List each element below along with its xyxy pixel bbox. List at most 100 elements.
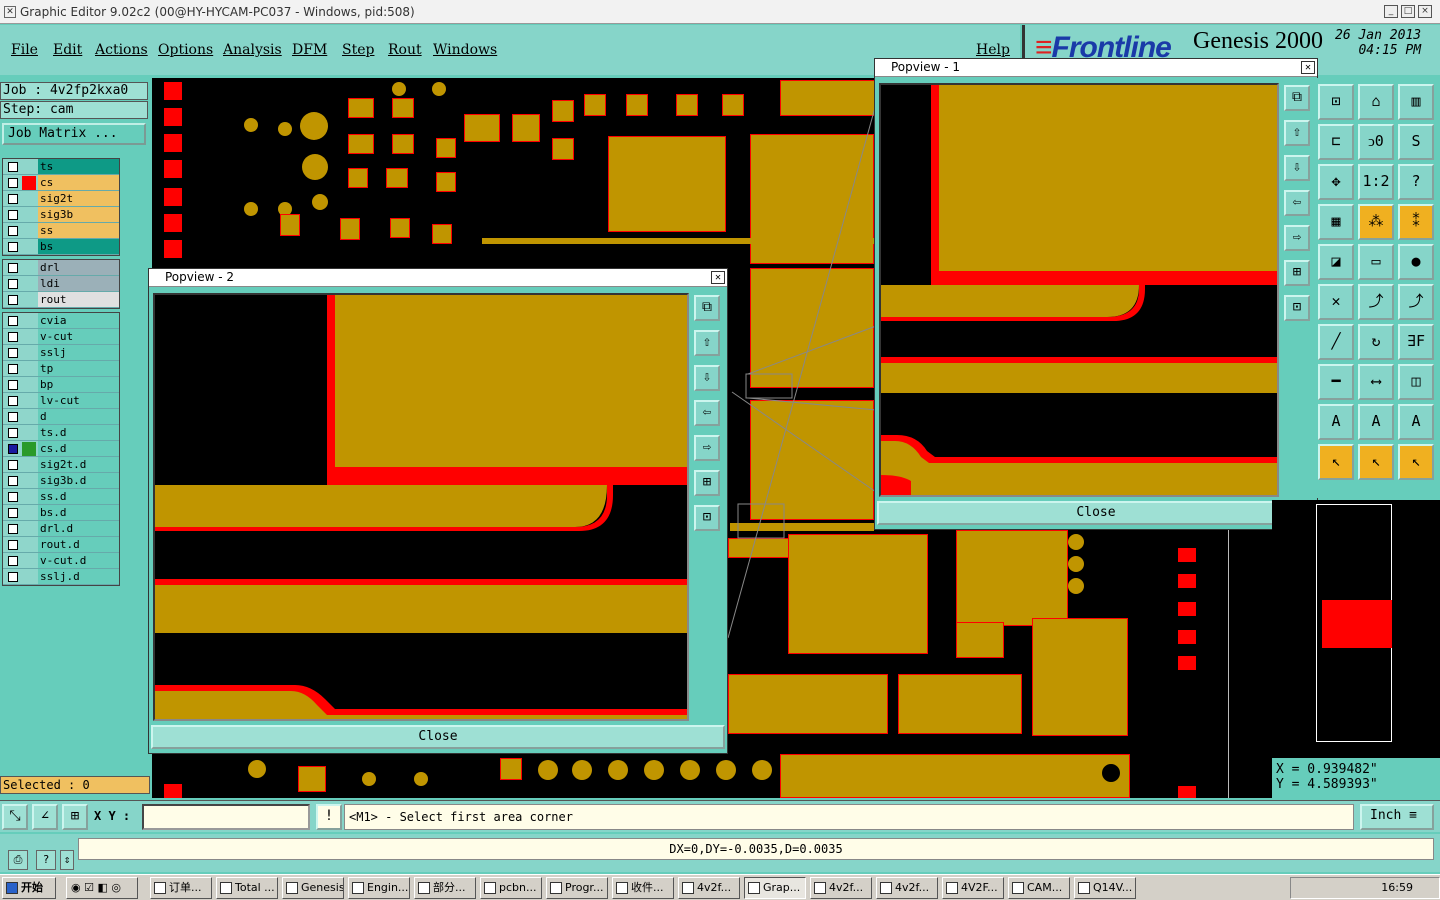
layer-checkbox[interactable] bbox=[8, 523, 18, 534]
taskbar-item[interactable]: 4V2F... bbox=[942, 877, 1004, 899]
layer-row-sig3b[interactable]: sig3b bbox=[3, 207, 119, 223]
menu-windows[interactable]: Windows bbox=[433, 42, 497, 58]
layer-color-swatch[interactable] bbox=[22, 240, 36, 254]
snap-icon[interactable]: S bbox=[1398, 124, 1434, 160]
taskbar-item[interactable]: Grap... bbox=[744, 877, 806, 899]
popview-zoom-in-icon[interactable]: ⊞ bbox=[1284, 260, 1310, 286]
layer-checkbox[interactable] bbox=[8, 225, 18, 236]
menu-actions[interactable]: Actions bbox=[95, 42, 148, 58]
layer-row-sig2t-d[interactable]: sig2t.d bbox=[3, 457, 119, 473]
start-button[interactable]: 开始 bbox=[2, 877, 56, 899]
popview-zoom-home-icon[interactable]: ⧉ bbox=[1284, 85, 1310, 111]
taskbar-item[interactable]: 4v2f... bbox=[810, 877, 872, 899]
layer-color-swatch[interactable] bbox=[22, 474, 36, 488]
layer-row-bs-d[interactable]: bs.d bbox=[3, 505, 119, 521]
taskbar-item[interactable]: Q14V... bbox=[1074, 877, 1136, 899]
attribute-a-icon[interactable]: A bbox=[1318, 404, 1354, 440]
layer-color-swatch[interactable] bbox=[22, 506, 36, 520]
layer-row-sig2t[interactable]: sig2t bbox=[3, 191, 119, 207]
grid-snap-icon[interactable]: ⊞ bbox=[62, 804, 88, 830]
menu-help[interactable]: Help bbox=[976, 42, 1010, 58]
layer-row-cs-d[interactable]: cs.d bbox=[3, 441, 119, 457]
layer-color-swatch[interactable] bbox=[22, 175, 36, 190]
layer-color-swatch[interactable] bbox=[22, 362, 36, 376]
layer-checkbox[interactable] bbox=[8, 427, 18, 438]
minimize-button[interactable]: _ bbox=[1384, 5, 1398, 18]
taskbar-item[interactable]: Genesis bbox=[282, 877, 344, 899]
layer-checkbox[interactable] bbox=[8, 347, 18, 358]
attribute-down-icon[interactable]: A bbox=[1398, 404, 1434, 440]
menu-file[interactable]: File bbox=[11, 42, 38, 58]
connect-pad-icon[interactable]: ⤴ bbox=[1398, 284, 1434, 320]
popview-1-view[interactable] bbox=[879, 83, 1279, 497]
layer-checkbox[interactable] bbox=[8, 507, 18, 518]
layer-row-sig3b-d[interactable]: sig3b.d bbox=[3, 473, 119, 489]
layer-row-cvia[interactable]: cvia bbox=[3, 313, 119, 329]
delete-feature-icon[interactable]: ✕ bbox=[1318, 284, 1354, 320]
menu-analysis[interactable]: Analysis bbox=[223, 42, 282, 58]
popview-2-view[interactable] bbox=[153, 293, 689, 721]
layer-row-ts[interactable]: ts bbox=[3, 159, 119, 175]
layer-row-bp[interactable]: bp bbox=[3, 377, 119, 393]
layer-row-drl-d[interactable]: drl.d bbox=[3, 521, 119, 537]
quick-launch[interactable]: ◉ ☑ ◧ ◎ bbox=[66, 877, 138, 899]
layer-checkbox[interactable] bbox=[8, 294, 18, 305]
taskbar-item[interactable]: 部分... bbox=[414, 877, 476, 899]
angle-mode-icon[interactable]: ∠ bbox=[32, 804, 58, 830]
layer-checkbox[interactable] bbox=[8, 209, 18, 220]
layer-checkbox[interactable] bbox=[8, 443, 18, 454]
select-arrow-icon[interactable]: ↖ bbox=[1318, 444, 1354, 480]
layer-checkbox[interactable] bbox=[8, 491, 18, 502]
alert-icon[interactable]: ! bbox=[316, 804, 342, 830]
layer-checkbox[interactable] bbox=[8, 177, 18, 188]
layer-color-swatch[interactable] bbox=[22, 192, 36, 206]
taskbar-item[interactable]: 4v2f... bbox=[678, 877, 740, 899]
layer-checkbox[interactable] bbox=[8, 555, 18, 566]
popview-zoom-home-icon[interactable]: ⧉ bbox=[694, 295, 720, 321]
layer-color-swatch[interactable] bbox=[22, 410, 36, 424]
attribute-up-icon[interactable]: A bbox=[1358, 404, 1394, 440]
layer-color-swatch[interactable] bbox=[22, 330, 36, 344]
grid-icon[interactable]: ▦ bbox=[1318, 204, 1354, 240]
close-window-button[interactable]: × bbox=[1418, 5, 1432, 18]
ruler-icon[interactable]: ▭ bbox=[1358, 244, 1394, 280]
popview-1-close-button[interactable]: Close bbox=[877, 501, 1315, 525]
menu-options[interactable]: Options bbox=[158, 42, 213, 58]
layer-color-swatch[interactable] bbox=[22, 293, 36, 307]
maximize-button[interactable]: □ bbox=[1401, 5, 1415, 18]
popview-1-close-icon[interactable]: ✕ bbox=[1301, 61, 1315, 74]
draw-line-icon[interactable]: ◪ bbox=[1318, 244, 1354, 280]
layer-checkbox[interactable] bbox=[8, 539, 18, 550]
layer-checkbox[interactable] bbox=[8, 379, 18, 390]
layer-checkbox[interactable] bbox=[8, 193, 18, 204]
layer-color-swatch[interactable] bbox=[22, 458, 36, 472]
pan-all-icon[interactable]: ✥ bbox=[1318, 164, 1354, 200]
layer-checkbox[interactable] bbox=[8, 278, 18, 289]
layer-row-v-cut-d[interactable]: v-cut.d bbox=[3, 553, 119, 569]
net-highlight-icon[interactable]: ⁂ bbox=[1358, 204, 1394, 240]
layer-row-v-cut[interactable]: v-cut bbox=[3, 329, 119, 345]
popview-pan-down-icon[interactable]: ⇩ bbox=[694, 365, 720, 391]
zoom-one-to-zero-icon[interactable]: ↄ0 bbox=[1358, 124, 1394, 160]
arc-tool-icon[interactable]: ↻ bbox=[1358, 324, 1394, 360]
menu-rout[interactable]: Rout bbox=[388, 42, 422, 58]
layer-color-swatch[interactable] bbox=[22, 346, 36, 360]
layer-color-swatch[interactable] bbox=[22, 490, 36, 504]
layer-color-swatch[interactable] bbox=[22, 160, 36, 174]
popview-pan-up-icon[interactable]: ⇧ bbox=[1284, 120, 1310, 146]
help-query-icon[interactable]: ? bbox=[1398, 164, 1434, 200]
taskbar-item[interactable]: 订单... bbox=[150, 877, 212, 899]
layer-checkbox[interactable] bbox=[8, 331, 18, 342]
panel-layout-icon[interactable]: ▥ bbox=[1398, 84, 1434, 120]
shapes-icon[interactable]: ◫ bbox=[1398, 364, 1434, 400]
layer-color-swatch[interactable] bbox=[22, 554, 36, 568]
layer-checkbox[interactable] bbox=[8, 395, 18, 406]
menu-dfm[interactable]: DFM bbox=[292, 42, 327, 58]
layer-color-swatch[interactable] bbox=[22, 570, 36, 584]
popview-2-close-button[interactable]: Close bbox=[151, 725, 725, 749]
layer-row-lv-cut[interactable]: lv-cut bbox=[3, 393, 119, 409]
layer-row-sslj-d[interactable]: sslj.d bbox=[3, 569, 119, 585]
layer-row-sslj[interactable]: sslj bbox=[3, 345, 119, 361]
popview-2-close-icon[interactable]: ✕ bbox=[711, 271, 725, 284]
home-view-icon[interactable]: ⌂ bbox=[1358, 84, 1394, 120]
